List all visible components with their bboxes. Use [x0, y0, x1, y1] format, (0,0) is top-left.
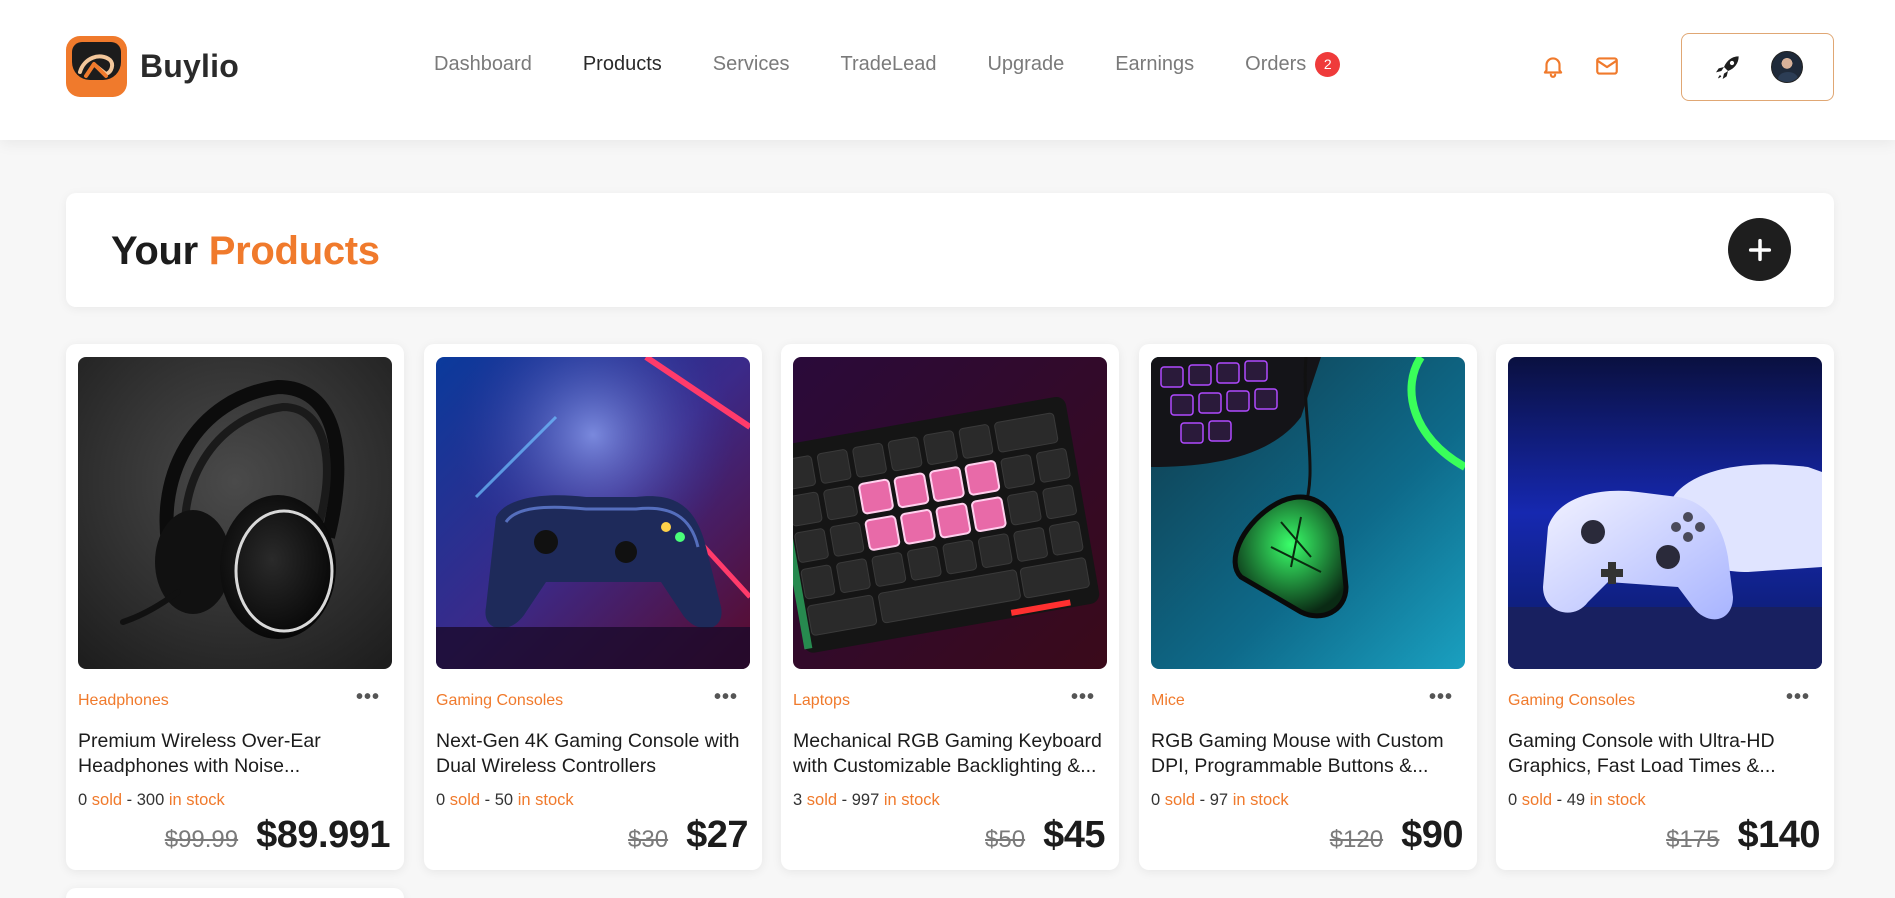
old-price: $50: [985, 826, 1026, 853]
product-prices: $30 $27: [628, 814, 748, 857]
page-title-card: Your Products: [66, 193, 1834, 307]
stock-count: - 49: [1556, 791, 1586, 809]
sold-count: 0: [436, 791, 446, 809]
nav-item-products[interactable]: Products: [583, 53, 662, 76]
old-price: $30: [628, 826, 669, 853]
product-stock: 0 sold - 50 in stock: [436, 791, 574, 810]
stock-label: in stock: [517, 791, 574, 809]
product-image-console[interactable]: [1508, 357, 1822, 669]
current-price: $140: [1737, 814, 1820, 856]
brand-name: Buylio: [140, 48, 239, 84]
sold-label: sold: [806, 791, 838, 809]
nav-item-upgrade[interactable]: Upgrade: [987, 53, 1064, 76]
product-name[interactable]: RGB Gaming Mouse with Custom DPI, Progra…: [1151, 729, 1467, 779]
stock-count: - 97: [1199, 791, 1229, 809]
mail-icon[interactable]: [1591, 50, 1623, 82]
stock-label: in stock: [883, 791, 940, 809]
add-product-button[interactable]: [1728, 218, 1791, 281]
product-prices: $99.99 $89.991: [164, 814, 391, 857]
old-price: $120: [1329, 826, 1384, 853]
product-category[interactable]: Mice: [1151, 692, 1185, 710]
current-price: $89.991: [256, 814, 390, 856]
sold-count: 3: [793, 791, 803, 809]
product-image-mouse[interactable]: [1151, 357, 1465, 669]
product-stock: 0 sold - 300 in stock: [78, 791, 225, 810]
product-card[interactable]: Mice ••• RGB Gaming Mouse with Custom DP…: [1139, 344, 1477, 870]
product-card-partial: [66, 888, 404, 898]
product-stock: 0 sold - 97 in stock: [1151, 791, 1289, 810]
product-image-keyboard[interactable]: [793, 357, 1107, 669]
product-stock: 3 sold - 997 in stock: [793, 791, 940, 810]
product-prices: $120 $90: [1329, 814, 1464, 857]
product-image-controller[interactable]: [436, 357, 750, 669]
stock-label: in stock: [168, 791, 225, 809]
more-options-icon[interactable]: •••: [1071, 686, 1095, 709]
old-price: $175: [1666, 826, 1720, 853]
nav-item-orders[interactable]: Orders 2: [1245, 52, 1341, 77]
top-header: Buylio Dashboard Products Services Trade…: [0, 0, 1895, 140]
current-price: $27: [686, 814, 748, 856]
more-options-icon[interactable]: •••: [1786, 686, 1810, 709]
product-name[interactable]: Next-Gen 4K Gaming Console with Dual Wir…: [436, 729, 752, 779]
user-menu[interactable]: [1681, 33, 1834, 101]
product-name[interactable]: Gaming Console with Ultra-HD Graphics, F…: [1508, 729, 1824, 779]
sold-count: 0: [78, 791, 88, 809]
current-price: $90: [1401, 814, 1463, 856]
nav-item-tradelead[interactable]: TradeLead: [840, 53, 936, 76]
stock-label: in stock: [1232, 791, 1289, 809]
sold-count: 0: [1508, 791, 1518, 809]
product-category[interactable]: Gaming Consoles: [436, 692, 563, 710]
more-options-icon[interactable]: •••: [356, 686, 380, 709]
current-price: $45: [1043, 814, 1105, 856]
more-options-icon[interactable]: •••: [714, 686, 738, 709]
sold-label: sold: [1164, 791, 1196, 809]
sold-label: sold: [91, 791, 123, 809]
page-title-accent: Products: [208, 229, 380, 273]
stock-count: - 50: [484, 791, 514, 809]
stock-count: - 300: [126, 791, 165, 809]
product-card[interactable]: Gaming Consoles ••• Gaming Console with …: [1496, 344, 1834, 870]
sold-label: sold: [1521, 791, 1553, 809]
product-card[interactable]: Laptops ••• Mechanical RGB Gaming Keyboa…: [781, 344, 1119, 870]
product-prices: $50 $45: [985, 814, 1105, 857]
nav-item-earnings[interactable]: Earnings: [1115, 53, 1194, 76]
product-card[interactable]: Gaming Consoles ••• Next-Gen 4K Gaming C…: [424, 344, 762, 870]
sold-label: sold: [449, 791, 481, 809]
old-price: $99.99: [164, 826, 239, 853]
brand-logo[interactable]: Buylio: [66, 36, 239, 97]
nav-item-services[interactable]: Services: [713, 53, 790, 76]
product-category[interactable]: Headphones: [78, 692, 169, 710]
product-prices: $175 $140: [1666, 814, 1820, 857]
product-name[interactable]: Premium Wireless Over-Ear Headphones wit…: [78, 729, 394, 779]
orders-count-badge: 2: [1315, 52, 1341, 77]
bell-icon[interactable]: [1537, 50, 1569, 82]
more-options-icon[interactable]: •••: [1429, 686, 1453, 709]
product-card[interactable]: Headphones ••• Premium Wireless Over-Ear…: [66, 344, 404, 870]
product-image-headphones[interactable]: [78, 357, 392, 669]
rocket-icon[interactable]: [1712, 51, 1744, 83]
stock-count: - 997: [841, 791, 880, 809]
avatar[interactable]: [1771, 51, 1803, 83]
plus-icon: [1748, 238, 1771, 261]
page-title: Your Products: [111, 229, 380, 274]
sold-count: 0: [1151, 791, 1161, 809]
stock-label: in stock: [1589, 791, 1646, 809]
logo-icon: [66, 36, 127, 97]
nav-item-dashboard[interactable]: Dashboard: [434, 53, 532, 76]
product-category[interactable]: Gaming Consoles: [1508, 692, 1635, 710]
product-stock: 0 sold - 49 in stock: [1508, 791, 1646, 810]
page-title-prefix: Your: [111, 229, 198, 273]
product-name[interactable]: Mechanical RGB Gaming Keyboard with Cust…: [793, 729, 1109, 779]
product-category[interactable]: Laptops: [793, 692, 850, 710]
main-nav: Dashboard Products Services TradeLead Up…: [434, 52, 1391, 77]
nav-item-orders-label: Orders: [1245, 53, 1307, 75]
